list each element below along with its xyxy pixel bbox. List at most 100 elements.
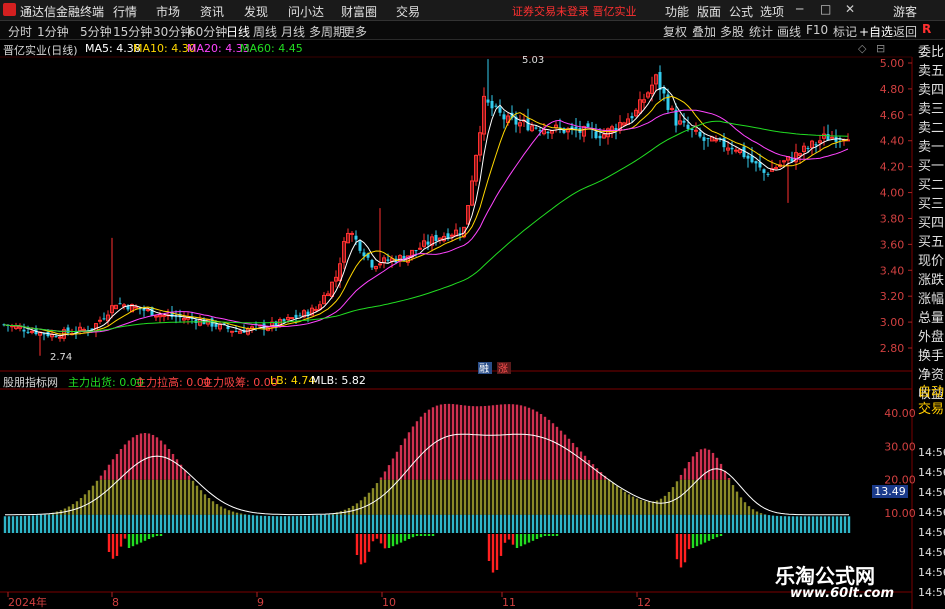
tab-30min[interactable]: 30分钟 xyxy=(153,23,192,40)
multi-stock-button[interactable]: 多股 xyxy=(720,23,744,40)
ind-bar-top xyxy=(147,433,151,480)
tab-60min[interactable]: 60分钟 xyxy=(188,23,227,40)
side-button-13[interactable]: 涨幅 xyxy=(918,291,945,309)
menu-quotes[interactable]: 行情 xyxy=(113,3,137,20)
restore-rights-button[interactable]: 复权 xyxy=(663,23,687,40)
tab-multi[interactable]: 多周期 xyxy=(309,23,345,40)
mark-button[interactable]: 标记 xyxy=(833,23,857,40)
login-notice[interactable]: 证券交易未登录 晋亿实业 xyxy=(512,3,637,19)
kline-chart[interactable]: 5.00 4.80 4.60 4.40 4.20 4.00 3.80 3.60 3.40 3.20… xyxy=(0,41,918,609)
ind-bar-top xyxy=(379,477,383,480)
menu-options[interactable]: 选项 xyxy=(760,3,784,20)
side-button-12[interactable]: 涨跌 xyxy=(918,272,945,290)
ind-ship-label: 主力出货: 0.00 xyxy=(68,376,144,389)
ind-neg-red xyxy=(371,534,375,542)
ind-bar-top xyxy=(691,456,695,480)
side-button-22[interactable]: 14:56 xyxy=(918,464,945,482)
ind-bar-base xyxy=(431,514,435,533)
ind-bar-top xyxy=(579,451,583,480)
back-button[interactable]: 返回 xyxy=(893,23,917,40)
tab-monthly[interactable]: 月线 xyxy=(281,23,305,40)
menu-ask[interactable]: 问小达 xyxy=(288,3,324,20)
ind-bar-base xyxy=(511,514,515,533)
side-button-17[interactable]: 净资 xyxy=(918,367,945,385)
candle-body xyxy=(418,247,422,250)
side-button-6[interactable]: 买一 xyxy=(918,158,945,176)
menu-trade[interactable]: 交易 xyxy=(396,3,420,20)
r-icon[interactable]: R xyxy=(922,22,931,36)
app-title: 通达信金融终端 xyxy=(20,5,105,19)
candle-body xyxy=(754,161,758,164)
overlay-button[interactable]: 叠加 xyxy=(692,23,716,40)
side-button-27[interactable]: 14:56 xyxy=(918,564,945,582)
menu-news[interactable]: 资讯 xyxy=(200,3,224,20)
close-icon[interactable]: ✕ xyxy=(845,2,855,16)
candle-body xyxy=(830,136,834,139)
add-watchlist-button[interactable]: +自选 xyxy=(859,23,893,40)
ind-neg-green xyxy=(551,534,555,536)
candle-body xyxy=(774,167,778,170)
maximize-icon[interactable]: □ xyxy=(820,2,831,16)
ind-bar-mid xyxy=(651,501,655,515)
menu-market[interactable]: 市场 xyxy=(156,3,180,20)
side-button-7[interactable]: 买二 xyxy=(918,177,945,195)
side-button-28[interactable]: 14:56 xyxy=(918,584,945,602)
side-button-26[interactable]: 14:56 xyxy=(918,544,945,562)
ind-bar-base xyxy=(571,514,575,533)
side-button-23[interactable]: 14:56 xyxy=(918,484,945,502)
side-button-9[interactable]: 买四 xyxy=(918,215,945,233)
side-button-3[interactable]: 卖三 xyxy=(918,101,945,119)
side-button-16[interactable]: 换手 xyxy=(918,348,945,366)
ind-bar-top xyxy=(555,426,559,480)
tab-1min[interactable]: 1分钟 xyxy=(37,23,69,40)
tab-weekly[interactable]: 周线 xyxy=(253,23,277,40)
menu-wealth[interactable]: 财富圈 xyxy=(341,3,377,20)
ind-bar-top xyxy=(471,406,475,480)
user-label[interactable]: 游客 xyxy=(893,3,917,20)
ind-bar-base xyxy=(635,514,639,533)
tab-timeshare[interactable]: 分时 xyxy=(8,23,32,40)
ind-bar-top xyxy=(543,416,547,480)
ind-bar-mid xyxy=(751,509,755,515)
side-button-8[interactable]: 买三 xyxy=(918,196,945,214)
side-button-5[interactable]: 卖一 xyxy=(918,139,945,157)
side-button-1[interactable]: 卖五 xyxy=(918,63,945,81)
side-button-2[interactable]: 卖四 xyxy=(918,82,945,100)
side-button-21[interactable]: 14:56 xyxy=(918,444,945,462)
menu-formula[interactable]: 公式 xyxy=(729,3,753,20)
watermark-url: www.60lt.com xyxy=(790,586,895,601)
ind-bar-mid xyxy=(727,479,731,515)
menu-discover[interactable]: 发现 xyxy=(244,3,268,20)
tab-15min[interactable]: 15分钟 xyxy=(113,23,152,40)
side-button-20[interactable]: 交易 xyxy=(918,401,945,419)
side-button-14[interactable]: 总量 xyxy=(918,310,945,328)
ind-bar-top xyxy=(687,462,691,480)
menu-layout[interactable]: 版面 xyxy=(697,3,721,20)
side-button-4[interactable]: 卖二 xyxy=(918,120,945,138)
ind-bar-base xyxy=(439,514,443,533)
panel-close-icon[interactable]: ⊟ xyxy=(876,42,885,55)
draw-button[interactable]: 画线 xyxy=(777,23,801,40)
ind-bar-mid xyxy=(555,479,559,515)
minimize-icon[interactable]: ─ xyxy=(796,2,803,16)
side-button-19[interactable]: 自动 xyxy=(918,384,945,402)
tab-5min[interactable]: 5分钟 xyxy=(80,23,112,40)
ind-neg-green xyxy=(695,534,699,547)
side-button-0[interactable]: 委比 xyxy=(918,44,945,62)
side-button-15[interactable]: 外盘 xyxy=(918,329,945,347)
stats-button[interactable]: 统计 xyxy=(749,23,773,40)
ind-neg-red xyxy=(507,534,511,540)
side-button-10[interactable]: 买五 xyxy=(918,234,945,252)
ind-bar-mid xyxy=(695,479,699,515)
tab-daily[interactable]: 日线 xyxy=(226,23,250,40)
side-button-25[interactable]: 14:56 xyxy=(918,524,945,542)
ind-bar-base xyxy=(287,516,291,533)
f10-button[interactable]: F10 xyxy=(806,23,828,37)
ind-bar-mid xyxy=(607,479,611,515)
side-button-24[interactable]: 14:56 xyxy=(918,504,945,522)
side-button-11[interactable]: 现价 xyxy=(918,253,945,271)
tab-more[interactable]: 更多 xyxy=(343,23,367,40)
ind-bar-top xyxy=(175,459,179,480)
menu-function[interactable]: 功能 xyxy=(665,3,689,20)
settings-icon[interactable]: ◇ xyxy=(858,42,866,55)
